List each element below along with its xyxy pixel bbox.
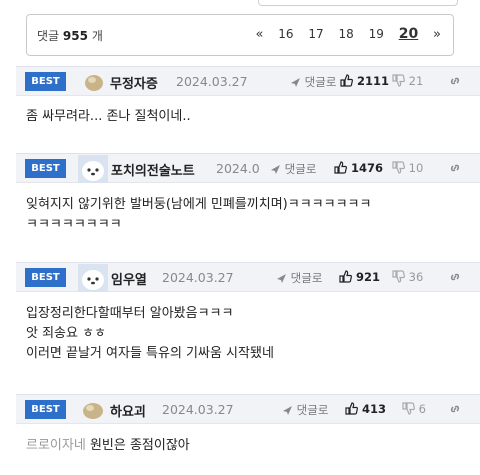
- like-button[interactable]: 921: [339, 270, 380, 284]
- avatar: [82, 400, 103, 420]
- comment-item: BEST 무정자증 2024.03.27 댓글로 2111 21 좀 싸무려라.…: [16, 66, 480, 138]
- best-badge: BEST: [25, 72, 66, 91]
- thumbs-down-icon: [402, 402, 415, 415]
- comment-body: 입장정리한다할때부터 알아봤음ㅋㅋㅋ 앗 죄송요 ㅎㅎ 이러면 끝날거 여자들 …: [26, 306, 274, 361]
- comment-body: 르로이자네 원빈은 종점이잖아: [26, 438, 190, 453]
- mention-tag[interactable]: 르로이자네: [26, 438, 86, 453]
- current-page[interactable]: 20: [399, 26, 418, 42]
- page-link[interactable]: 18: [339, 27, 354, 41]
- comment-body: 좀 싸무려라... 존나 질척이네..: [26, 109, 191, 124]
- thumbs-down-icon: [392, 270, 405, 283]
- thumbs-up-icon: [334, 161, 347, 174]
- avatar-blob-icon: [83, 403, 103, 419]
- comment-body: 잊혀지지 않기위한 발버둥(남에게 민폐를끼치며)ㅋㅋㅋㅋㅋㅋㅋ ㅋㅋㅋㅋㅋㅋㅋ…: [26, 197, 372, 232]
- dislike-button[interactable]: 6: [402, 402, 426, 416]
- comment-header: BEST 포치의전술노트 2024.0 댓글로 1476 10: [16, 153, 480, 183]
- avatar-dog-icon: [78, 155, 108, 183]
- pagination: « 16 17 18 19 20 »: [244, 26, 441, 42]
- link-icon[interactable]: [448, 74, 462, 89]
- top-frame: [258, 0, 458, 6]
- next-page-button[interactable]: »: [433, 27, 441, 42]
- thumbs-down-icon: [392, 74, 405, 87]
- thumbs-up-icon: [345, 402, 358, 415]
- thumbs-up-icon: [340, 74, 353, 87]
- send-icon: [277, 274, 286, 283]
- thumbs-up-icon: [339, 270, 352, 283]
- comment-header: BEST 임우열 2024.03.27 댓글로 921 36: [16, 262, 480, 292]
- dislike-button[interactable]: 10: [392, 161, 423, 175]
- like-button[interactable]: 1476: [334, 161, 383, 175]
- comment-date: 2024.03.27: [162, 402, 234, 417]
- page-link[interactable]: 19: [369, 27, 384, 41]
- comment-header: BEST 하요괴 2024.03.27 댓글로 413 6: [16, 394, 480, 424]
- author-name[interactable]: 무정자증: [110, 73, 158, 92]
- page-link[interactable]: 16: [278, 27, 293, 41]
- first-page-button[interactable]: «: [255, 27, 263, 42]
- dislike-button[interactable]: 36: [392, 270, 423, 284]
- comment-item: BEST 하요괴 2024.03.27 댓글로 413 6 르로이자네 원빈은 …: [16, 394, 480, 475]
- author-name[interactable]: 포치의전술노트: [111, 160, 195, 179]
- comment-header: BEST 무정자증 2024.03.27 댓글로 2111 21: [16, 66, 480, 96]
- reply-button[interactable]: 댓글로: [288, 74, 337, 90]
- send-icon: [271, 165, 280, 174]
- best-badge: BEST: [25, 159, 66, 178]
- avatar-blob-icon: [85, 75, 103, 91]
- comment-date: 2024.0: [216, 161, 260, 176]
- like-button[interactable]: 413: [345, 402, 386, 416]
- avatar-dog-icon: [78, 264, 108, 292]
- author-name[interactable]: 하요괴: [110, 401, 146, 420]
- reply-button[interactable]: 댓글로: [268, 161, 317, 177]
- best-badge: BEST: [25, 268, 66, 287]
- comment-item: BEST 임우열 2024.03.27 댓글로 921 36 입장정리한다할때부…: [16, 262, 480, 380]
- best-badge: BEST: [25, 400, 66, 419]
- page-link[interactable]: 17: [308, 27, 323, 41]
- like-button[interactable]: 2111: [340, 74, 389, 88]
- send-icon: [283, 406, 292, 415]
- dislike-button[interactable]: 21: [392, 74, 423, 88]
- send-icon: [291, 78, 300, 87]
- reply-button[interactable]: 댓글로: [274, 270, 323, 286]
- comment-date: 2024.03.27: [176, 74, 248, 89]
- thumbs-down-icon: [392, 161, 405, 174]
- reply-button[interactable]: 댓글로: [280, 402, 329, 418]
- comment-date: 2024.03.27: [162, 270, 234, 285]
- avatar: [78, 155, 108, 183]
- link-icon[interactable]: [448, 270, 462, 285]
- comment-count: 댓글 955 개: [37, 29, 103, 43]
- comment-item: BEST 포치의전술노트 2024.0 댓글로 1476 10 잊혀지지 않기위…: [16, 153, 480, 243]
- comment-count-bar: 댓글 955 개 « 16 17 18 19 20 »: [26, 14, 454, 56]
- link-icon[interactable]: [448, 161, 462, 176]
- avatar: [84, 72, 104, 92]
- avatar: [78, 264, 108, 292]
- link-icon[interactable]: [448, 402, 462, 417]
- author-name[interactable]: 임우열: [111, 269, 147, 288]
